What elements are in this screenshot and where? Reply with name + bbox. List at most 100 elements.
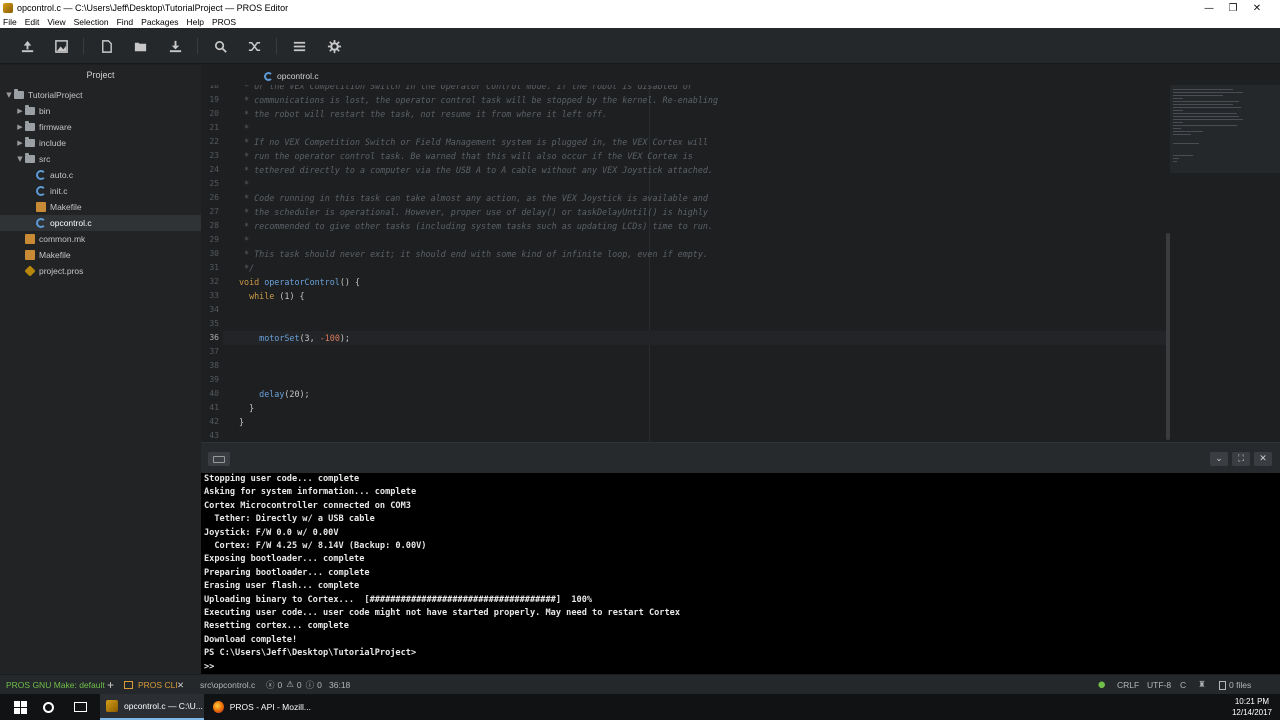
code-line[interactable]: */: [239, 261, 254, 275]
code-line[interactable]: *: [239, 121, 249, 135]
sync-status-icon: ●: [1098, 680, 1106, 690]
menu-pros[interactable]: PROS: [212, 17, 236, 27]
system-clock[interactable]: 10:21 PM 12/14/2017: [1232, 696, 1272, 718]
code-line[interactable]: }: [239, 415, 244, 429]
code-line[interactable]: * the scheduler is operational. However,…: [239, 205, 708, 219]
tree-item[interactable]: Makefile: [0, 199, 201, 215]
grammar[interactable]: C: [1180, 675, 1186, 695]
add-terminal-button[interactable]: +: [107, 675, 114, 695]
close-window-button[interactable]: ✕: [1234, 0, 1280, 16]
tree-item[interactable]: project.pros: [0, 263, 201, 279]
chevron-down-icon[interactable]: ▼: [4, 91, 14, 99]
minimap[interactable]: [1170, 85, 1280, 442]
line-number: 26: [209, 193, 219, 202]
upload-button[interactable]: [18, 37, 36, 55]
code-line[interactable]: *: [239, 233, 249, 247]
search-icon: [214, 40, 227, 53]
image-save-button[interactable]: [52, 37, 70, 55]
chevron-down-icon[interactable]: ▼: [15, 155, 25, 163]
file-path[interactable]: src\opcontrol.c: [200, 675, 255, 695]
code-line[interactable]: while (1) {: [239, 289, 304, 303]
code-line[interactable]: void operatorControl() {: [239, 275, 360, 289]
error-count: 0: [277, 680, 283, 690]
code-line[interactable]: }: [239, 401, 254, 415]
terminal-tab[interactable]: [208, 452, 230, 466]
chevron-right-icon[interactable]: ▶: [15, 107, 25, 115]
menu-help[interactable]: Help: [187, 17, 204, 27]
tree-item[interactable]: common.mk: [0, 231, 201, 247]
code-line[interactable]: * the robot will restart the task, not r…: [239, 107, 607, 121]
download-button[interactable]: [166, 37, 184, 55]
tree-item-label: Makefile: [50, 202, 82, 212]
code-token: delay: [259, 389, 285, 399]
menu-edit[interactable]: Edit: [25, 17, 40, 27]
search-button[interactable]: [211, 37, 229, 55]
code-line[interactable]: *: [239, 177, 249, 191]
diagnostics[interactable]: ⓧ 0 ⚠ 0 ⓘ 0: [266, 675, 322, 695]
code-line[interactable]: * recommended to give other tasks (inclu…: [239, 219, 713, 233]
tree-item[interactable]: ▶ include: [0, 135, 201, 151]
code-token: *: [239, 179, 250, 189]
code-line[interactable]: motorSet(3, -100);: [239, 331, 350, 345]
tree-item-label: src: [39, 154, 51, 164]
task-view-icon: [73, 702, 87, 712]
code-line[interactable]: * Code running in this task can take alm…: [239, 191, 708, 205]
package-icon[interactable]: ♜: [1198, 675, 1206, 695]
pros-cli-tab[interactable]: PROS CLI: [124, 675, 178, 695]
start-button[interactable]: [10, 694, 30, 720]
tree-item-label: Makefile: [39, 250, 71, 260]
make-status[interactable]: PROS GNU Make: default: [6, 675, 105, 695]
tree-item[interactable]: Makefile: [0, 247, 201, 263]
tree-item[interactable]: ▶ firmware: [0, 119, 201, 135]
taskbar-firefox[interactable]: PROS - API - Mozill...: [207, 694, 311, 720]
menu-selection[interactable]: Selection: [74, 17, 109, 27]
tree-item[interactable]: ▶ bin: [0, 103, 201, 119]
terminal-collapse-button[interactable]: ⌄: [1210, 452, 1228, 466]
terminal-close-button[interactable]: ✕: [1254, 452, 1272, 466]
minimap-line: [1173, 89, 1233, 90]
tree-item[interactable]: opcontrol.c: [0, 215, 201, 231]
tree-item[interactable]: auto.c: [0, 167, 201, 183]
new-file-button[interactable]: [97, 37, 115, 55]
menu-packages[interactable]: Packages: [141, 17, 178, 27]
project-tree: Project ▼ TutorialProject ▶ bin ▶ firmware ▶ in…: [0, 65, 201, 674]
menu-view[interactable]: View: [47, 17, 65, 27]
close-cli-button[interactable]: ✕: [177, 675, 184, 695]
chevron-right-icon[interactable]: ▶: [15, 123, 25, 131]
git-files[interactable]: 0 files: [1219, 675, 1251, 695]
tree-item[interactable]: ▼ src: [0, 151, 201, 167]
terminal-maximize-button[interactable]: ⛶: [1232, 452, 1250, 466]
search-taskbar-button[interactable]: [38, 694, 58, 720]
tree-item[interactable]: ▼ TutorialProject: [0, 87, 201, 103]
terminal-output[interactable]: Stopping user code... complete Asking for…: [201, 473, 1280, 674]
pros-cli-label: PROS CLI: [138, 680, 178, 690]
tree-item[interactable]: init.c: [0, 183, 201, 199]
code-line[interactable]: * communications is lost, the operator c…: [239, 93, 718, 107]
cursor-position[interactable]: 36:18: [329, 675, 350, 695]
menu-find[interactable]: Find: [117, 17, 134, 27]
code-line[interactable]: * or the VEX Competition Switch in the O…: [239, 85, 693, 93]
folder-icon: [25, 137, 35, 147]
code-line[interactable]: * This task should never exit; it should…: [239, 247, 708, 261]
open-folder-icon: [134, 42, 146, 51]
menu-button[interactable]: [290, 37, 308, 55]
code-line[interactable]: * tethered directly to a computer via th…: [239, 163, 713, 177]
taskbar-pros-editor[interactable]: opcontrol.c — C:\U...: [100, 694, 204, 720]
chevron-right-icon[interactable]: ▶: [15, 139, 25, 147]
download-icon: [169, 40, 181, 52]
code-line[interactable]: * If no VEX Competition Switch or Field …: [239, 135, 708, 149]
code-line[interactable]: * run the operator control task. Be warn…: [239, 149, 693, 163]
open-folder-button[interactable]: [131, 37, 149, 55]
settings-button[interactable]: [325, 37, 343, 55]
code-line[interactable]: delay(20);: [239, 387, 309, 401]
shuffle-button[interactable]: [245, 37, 263, 55]
line-ending[interactable]: CRLF: [1117, 675, 1139, 695]
menu-file[interactable]: File: [3, 17, 17, 27]
terminal-panel-header: ⌄ ⛶ ✕: [201, 442, 1280, 473]
minimap-viewport[interactable]: [1170, 85, 1280, 173]
encoding[interactable]: UTF-8: [1147, 675, 1171, 695]
tab-opcontrol[interactable]: opcontrol.c: [261, 67, 376, 85]
code-editor[interactable]: 18 19 20 21 22 23 24 25 26 27 28 29 30 31 32 33 34 35 36 37…: [201, 85, 1170, 442]
task-view-button[interactable]: [70, 694, 90, 720]
minimap-line: [1173, 98, 1183, 99]
